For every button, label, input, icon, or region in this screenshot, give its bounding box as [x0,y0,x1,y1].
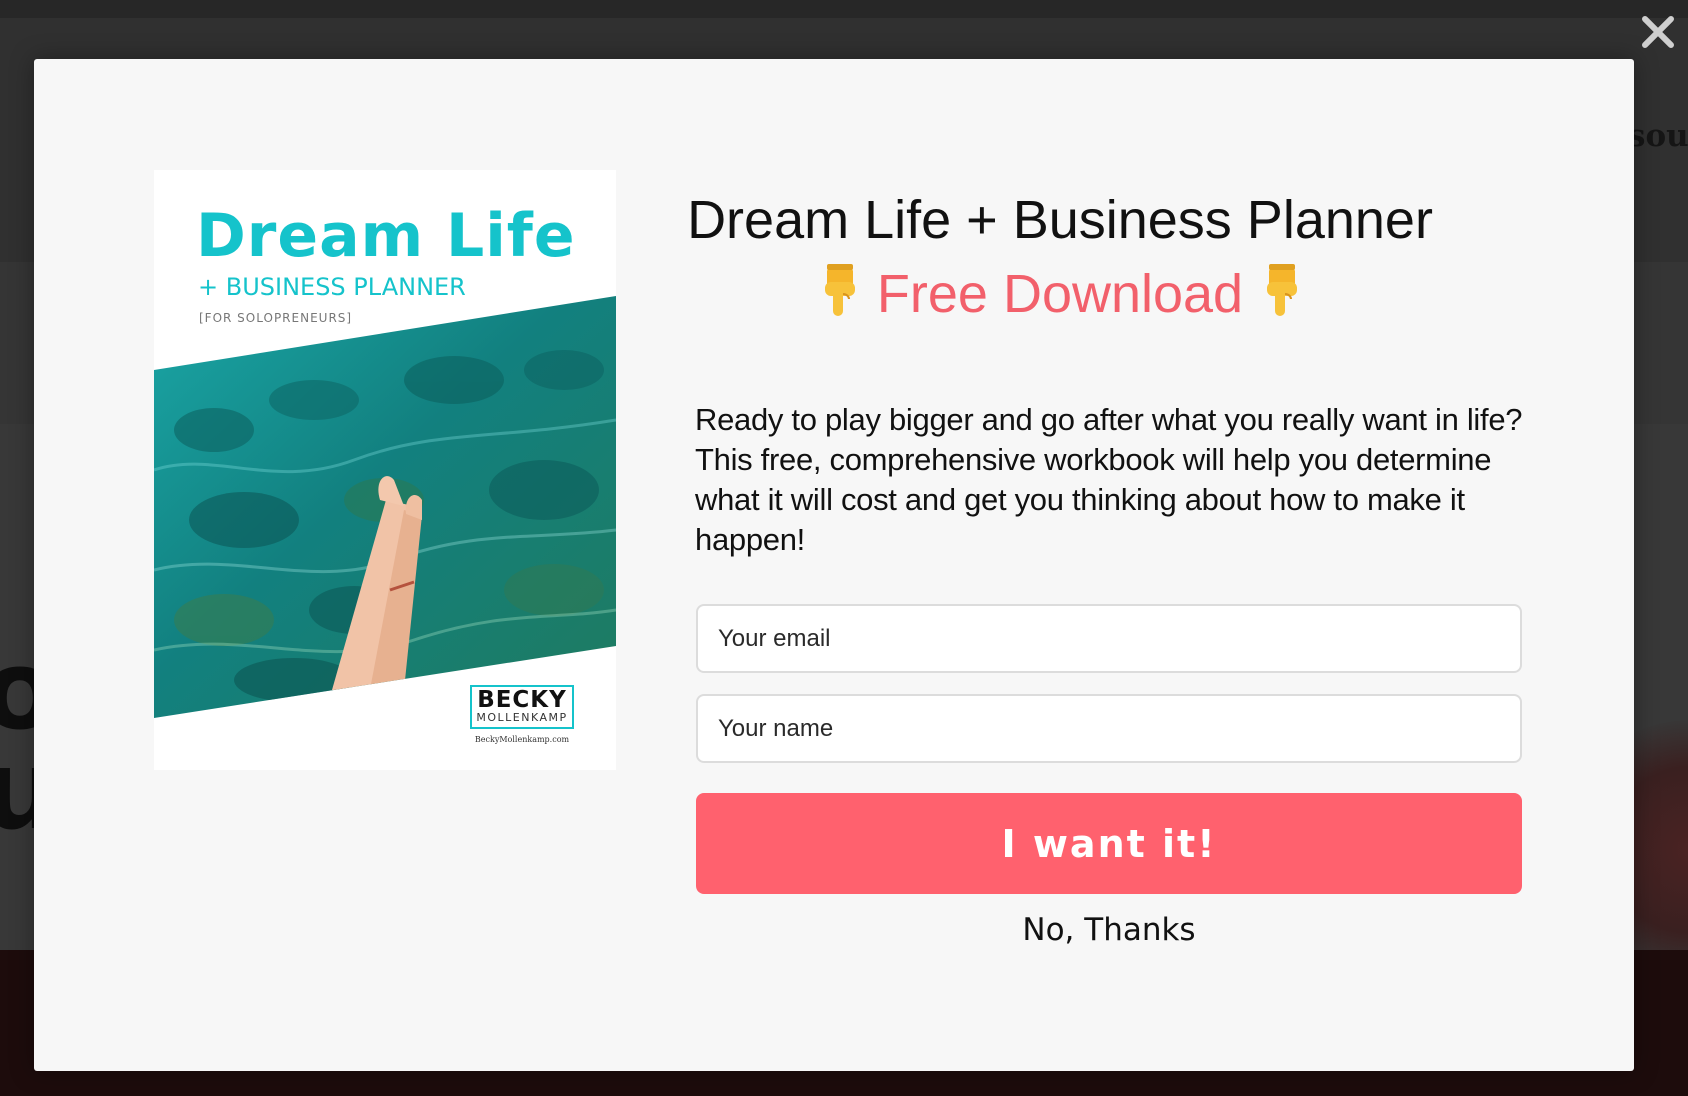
modal-subheadline: Free Download [650,264,1470,327]
cover-logo-name: BECKY [477,687,567,713]
close-icon [1642,16,1674,48]
background-top-bar [0,0,1688,18]
free-download-text: Free Download [876,264,1244,324]
modal-description: Ready to play bigger and go after what y… [695,402,1523,557]
cover-logo-surname: MOLLENKAMP [476,711,568,724]
cover-logo: BECKY MOLLENKAMP [470,685,574,729]
cover-url: BeckyMollenkamp.com [474,735,570,744]
book-cover-image: Dream Life + BUSINESS PLANNER [FOR SOLOP… [154,170,616,770]
name-field[interactable] [696,694,1522,763]
modal-headline: Dream Life + Business Planner [687,190,1433,250]
cover-subtitle: + BUSINESS PLANNER [198,273,466,301]
background-nav-item: sour [1628,118,1688,154]
cover-tag: [FOR SOLOPRENEURS] [199,311,353,325]
optin-modal: Dream Life + BUSINESS PLANNER [FOR SOLOP… [34,59,1634,1071]
pointing-down-hand-icon [1261,264,1301,327]
cover-title: Dream Life [196,201,576,271]
no-thanks-link[interactable]: No, Thanks [696,912,1522,949]
close-button[interactable] [1640,12,1676,52]
pointing-down-hand-icon [819,264,859,327]
email-field[interactable] [696,604,1522,673]
submit-button[interactable]: I want it! [696,793,1522,894]
